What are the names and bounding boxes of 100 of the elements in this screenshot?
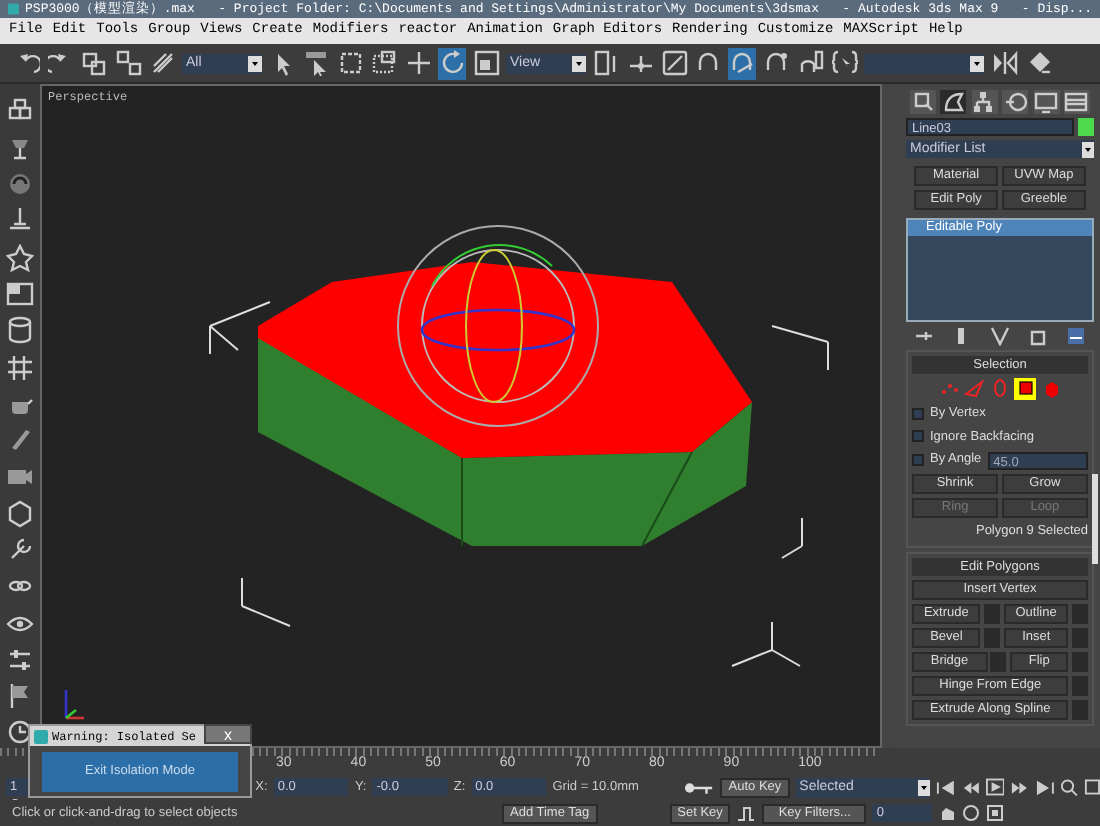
spinner-snap-icon <box>797 50 823 76</box>
panel-tab[interactable] <box>940 90 967 114</box>
dropdown-arrow-icon <box>1082 141 1094 157</box>
grid-icon <box>6 353 34 382</box>
key-icon <box>684 779 715 795</box>
tool-button[interactable] <box>6 315 34 346</box>
unlink-icon <box>115 50 141 76</box>
select-by-name-icon <box>303 50 329 76</box>
go-to-end-icon[interactable] <box>1035 779 1055 795</box>
dropdown-arrow-icon[interactable] <box>572 55 586 71</box>
tool-button[interactable] <box>6 242 34 273</box>
pivot-icon <box>593 50 619 76</box>
go-to-start-icon[interactable] <box>936 779 956 795</box>
crossing-icon <box>371 50 397 76</box>
pan-icon[interactable] <box>938 804 957 822</box>
brush-icon <box>6 426 34 455</box>
rotate-icon <box>439 50 465 76</box>
snap-window-button[interactable] <box>660 47 688 79</box>
utilities-icon <box>1064 90 1089 114</box>
close-button[interactable]: x <box>204 724 252 744</box>
play-icon[interactable] <box>986 778 1005 796</box>
hierarchy-icon <box>972 90 997 114</box>
move-icon <box>405 50 431 76</box>
scale-button[interactable] <box>472 47 500 79</box>
scale-icon <box>473 50 499 76</box>
snap-magnet-icon <box>695 50 721 76</box>
tool-button[interactable] <box>6 425 34 456</box>
percent-snap-icon <box>763 50 789 76</box>
subobject-button[interactable] <box>1014 377 1037 400</box>
unlink-button[interactable] <box>114 47 142 79</box>
pivot-button[interactable] <box>592 47 620 79</box>
panel-tab[interactable] <box>971 90 998 114</box>
select-by-name-button[interactable] <box>302 47 330 79</box>
dropdown-arrow-icon <box>918 779 931 795</box>
app-icon <box>34 729 48 743</box>
tool-button[interactable] <box>6 644 34 675</box>
checkbox[interactable] <box>912 430 924 443</box>
panels-icon <box>6 280 34 309</box>
checkbox[interactable] <box>912 454 924 467</box>
box-icon <box>6 499 34 528</box>
align-icon <box>1025 50 1051 76</box>
axis-tripod-icon <box>64 690 84 720</box>
plunger-icon <box>6 206 34 235</box>
checkbox[interactable] <box>912 407 924 420</box>
dropdown[interactable] <box>864 53 984 73</box>
modify-icon <box>941 90 966 114</box>
remove-modifier-icon[interactable] <box>1027 325 1048 346</box>
create-icon <box>911 90 935 114</box>
move-button[interactable] <box>404 47 432 79</box>
region-icon <box>337 50 363 76</box>
mirror-icon <box>991 50 1017 76</box>
color-swatch[interactable] <box>1078 118 1094 136</box>
tool-button[interactable] <box>6 351 34 383</box>
crossing-button[interactable] <box>370 47 398 79</box>
tool-button[interactable] <box>6 169 34 200</box>
cylinder-icon <box>6 316 34 345</box>
panel-tab[interactable] <box>1002 90 1029 114</box>
named-selection-icon <box>831 50 857 76</box>
edge-icon <box>964 378 985 399</box>
maximize-icon[interactable] <box>986 804 1005 822</box>
snap-window-icon <box>661 50 687 76</box>
sliders-icon <box>6 645 34 674</box>
next-frame-icon[interactable] <box>1010 779 1030 795</box>
bind-icon <box>149 50 175 76</box>
previous-frame-icon[interactable] <box>961 779 981 795</box>
flag-icon <box>6 682 34 711</box>
orbit-icon[interactable] <box>962 804 981 822</box>
panel-tab[interactable] <box>910 90 936 114</box>
mirror-button[interactable] <box>990 47 1018 79</box>
vertex-icon <box>939 378 959 399</box>
app-icon <box>8 2 20 16</box>
tool-button[interactable] <box>6 498 34 529</box>
configure-icon[interactable] <box>1065 325 1086 346</box>
make-unique-icon[interactable] <box>989 325 1010 346</box>
panel-tab[interactable] <box>1033 90 1060 114</box>
star-icon <box>6 243 34 272</box>
region-button[interactable] <box>336 47 364 79</box>
rotate-button[interactable] <box>438 47 466 79</box>
dropdown-arrow-icon[interactable] <box>248 55 262 71</box>
zoom-icon[interactable] <box>1060 778 1078 796</box>
tool-button[interactable] <box>6 278 34 310</box>
element-icon <box>1041 378 1061 399</box>
mirror-axis-icon <box>627 50 653 76</box>
tool-button[interactable] <box>6 681 34 712</box>
tool-button[interactable] <box>6 717 34 749</box>
display-icon <box>1034 90 1059 114</box>
sphere-icon <box>6 170 34 199</box>
border-icon <box>990 378 1010 399</box>
angle-snap-button[interactable] <box>728 47 756 79</box>
link-icon <box>81 50 107 76</box>
polygon-icon <box>1015 378 1036 399</box>
zoom-all-icon[interactable] <box>1083 778 1100 796</box>
key-curve-icon[interactable] <box>736 804 757 822</box>
panel-tab[interactable] <box>1063 90 1090 114</box>
scrollbar[interactable] <box>1092 474 1098 564</box>
named-selection-button[interactable] <box>830 47 858 79</box>
motion-icon <box>1003 90 1028 114</box>
dropdown-arrow-icon[interactable] <box>970 55 984 71</box>
link-button[interactable] <box>80 47 108 79</box>
angle-snap-icon <box>729 50 755 76</box>
